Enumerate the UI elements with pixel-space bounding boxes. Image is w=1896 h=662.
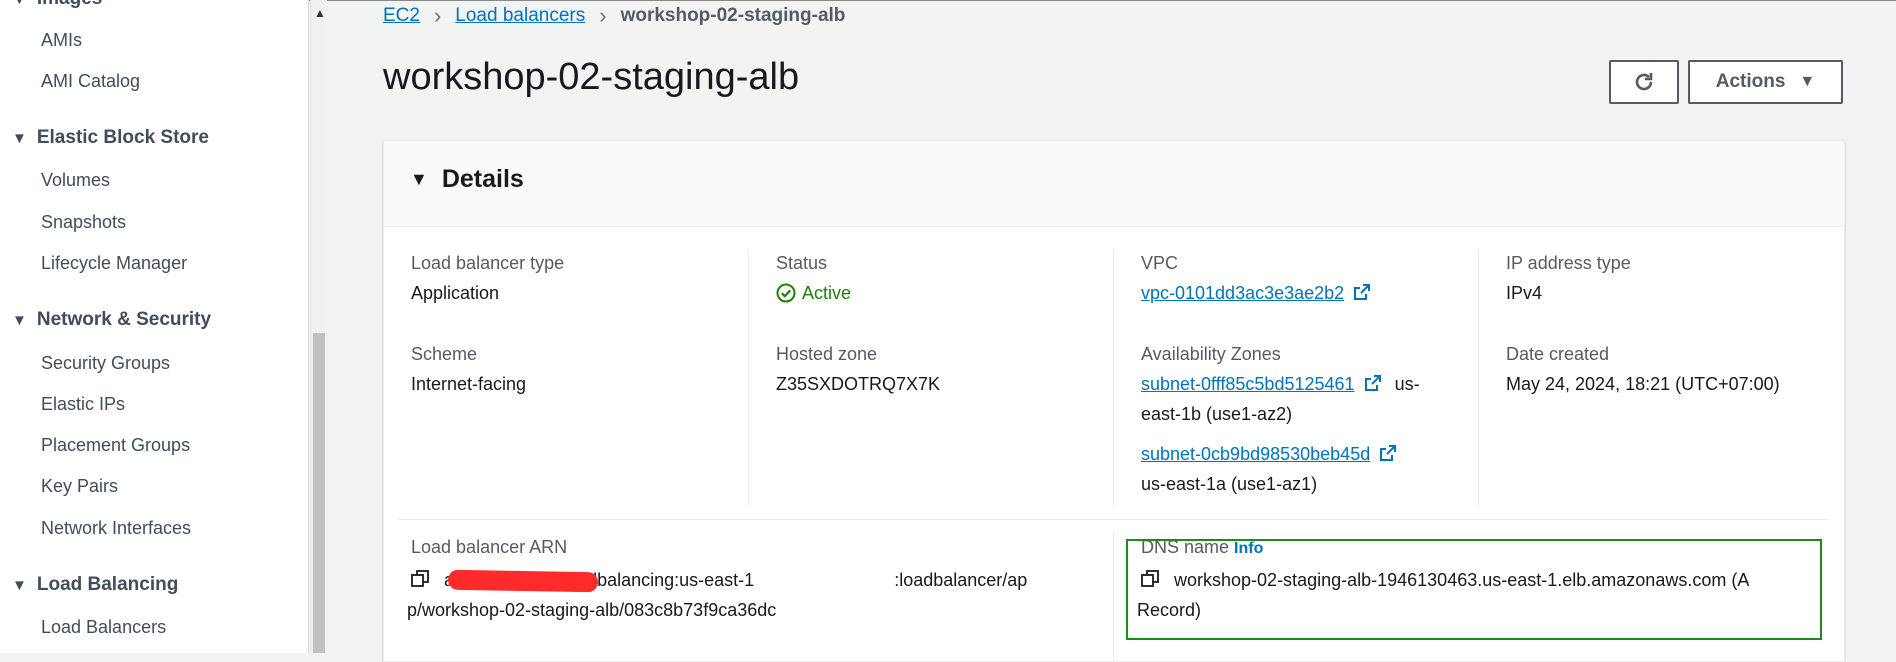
column-divider (1113, 249, 1114, 505)
hosted-zone-label: Hosted zone (776, 344, 878, 364)
az1-suffix: us- (1394, 374, 1420, 394)
details-header[interactable]: ▼ Details (384, 141, 1844, 227)
column-divider (1478, 249, 1479, 505)
copy-icon[interactable] (411, 570, 429, 588)
caret-down-icon: ▼ (12, 0, 27, 8)
ip-type-label: IP address type (1506, 253, 1631, 273)
refresh-button[interactable] (1609, 60, 1679, 104)
lb-type-label: Load balancer type (411, 253, 565, 273)
az2-subnet-link[interactable]: subnet-0cb9bd98530beb45d (1141, 444, 1370, 464)
az2-zone: us-east-1a (use1-az1) (1141, 474, 1318, 494)
arn-text-b: :loadbalancer/ap (894, 570, 1028, 590)
vpc-link[interactable]: vpc-0101dd3ac3e3ae2b2 (1141, 283, 1344, 303)
sidebar-item-lifecycle-manager[interactable]: Lifecycle Manager (41, 253, 187, 274)
actions-label: Actions (1715, 71, 1786, 92)
sidebar-item-network-interfaces[interactable]: Network Interfaces (41, 518, 191, 539)
status-value: Active (802, 283, 852, 303)
scheme-value: Internet-facing (411, 374, 527, 394)
sidebar-item-elastic-ips[interactable]: Elastic IPs (41, 394, 125, 415)
sidebar-group-label: Elastic Block Store (36, 127, 209, 148)
highlight-box (1126, 539, 1822, 640)
date-created-value: May 24, 2024, 18:21 (UTC+07:00) (1506, 374, 1780, 394)
hosted-zone-value: Z35SXDOTRQ7X7K (776, 374, 941, 394)
caret-down-icon: ▼ (12, 311, 27, 329)
arn-label: Load balancer ARN (411, 537, 568, 557)
sidebar-group-images[interactable]: ▼ Images (12, 0, 102, 10)
refresh-icon (1635, 73, 1653, 91)
chevron-right-icon: › (599, 3, 607, 28)
sidebar-item-key-pairs[interactable]: Key Pairs (41, 476, 118, 497)
redaction-mark (447, 569, 599, 593)
scroll-up-arrow-icon[interactable]: ▲ (314, 6, 326, 20)
arn-line-2: p/workshop-02-staging-alb/083c8b73f9ca36… (407, 600, 777, 620)
caret-down-icon: ▼ (410, 169, 428, 189)
scheme-label: Scheme (411, 344, 478, 364)
external-link-icon[interactable] (1364, 374, 1382, 392)
az-label: Availability Zones (1141, 344, 1281, 364)
sidebar-group-load-balancing[interactable]: ▼ Load Balancing (12, 574, 178, 596)
sidebar-group-label: Network & Security (36, 309, 212, 330)
chevron-right-icon: › (433, 3, 442, 28)
vpc-value: vpc-0101dd3ac3e3ae2b2 (1141, 278, 1371, 308)
sidebar-item-placement-groups[interactable]: Placement Groups (41, 435, 190, 456)
status-badge: Active (776, 278, 851, 308)
details-title: Details (441, 165, 524, 193)
sidebar-item-security-groups[interactable]: Security Groups (41, 353, 170, 374)
sidebar-scrollbar[interactable]: ▲ (310, 0, 327, 653)
az2-value: subnet-0cb9bd98530beb45d (1141, 439, 1397, 469)
sidebar-item-volumes[interactable]: Volumes (41, 170, 110, 191)
date-created-label: Date created (1506, 344, 1610, 364)
breadcrumb-ec2[interactable]: EC2 (383, 5, 420, 27)
caret-down-icon: ▼ (1799, 73, 1816, 90)
az1-value: subnet-0fff85c5bd5125461 us- (1141, 369, 1420, 399)
page-title: workshop-02-staging-alb (383, 56, 800, 98)
sidebar-item-ami-catalog[interactable]: AMI Catalog (41, 71, 140, 92)
sidebar-group-network-security[interactable]: ▼ Network & Security (12, 309, 211, 331)
az1-zone: east-1b (use1-az2) (1141, 404, 1293, 424)
sidebar-group-ebs[interactable]: ▼ Elastic Block Store (12, 127, 209, 149)
breadcrumb-load-balancers[interactable]: Load balancers (455, 5, 585, 27)
az1-subnet-link[interactable]: subnet-0fff85c5bd5125461 (1141, 374, 1355, 394)
actions-button[interactable]: Actions ▼ (1688, 60, 1843, 104)
ip-type-value: IPv4 (1506, 283, 1543, 303)
caret-down-icon: ▼ (12, 129, 27, 147)
status-label: Status (776, 253, 828, 273)
breadcrumb: EC2 › Load balancers › workshop-02-stagi… (383, 3, 845, 29)
check-circle-icon (776, 283, 796, 303)
column-divider (1113, 531, 1114, 661)
scroll-thumb[interactable] (313, 333, 325, 653)
lb-type-value: Application (411, 283, 500, 303)
sidebar-nav: ▼ Images AMIs AMI Catalog ▼ Elastic Bloc… (0, 0, 309, 653)
section-divider (398, 519, 1830, 520)
column-divider (748, 249, 749, 505)
sidebar-item-amis[interactable]: AMIs (41, 30, 82, 51)
caret-down-icon: ▼ (12, 576, 27, 594)
vpc-label: VPC (1141, 253, 1179, 273)
sidebar-item-snapshots[interactable]: Snapshots (41, 212, 126, 233)
external-link-icon[interactable] (1353, 283, 1371, 301)
external-link-icon[interactable] (1379, 444, 1397, 462)
sidebar-group-label: Images (37, 0, 102, 10)
sidebar-item-load-balancers[interactable]: Load Balancers (41, 617, 166, 638)
sidebar-group-label: Load Balancing (36, 574, 179, 595)
breadcrumb-current: workshop-02-staging-alb (620, 5, 846, 26)
